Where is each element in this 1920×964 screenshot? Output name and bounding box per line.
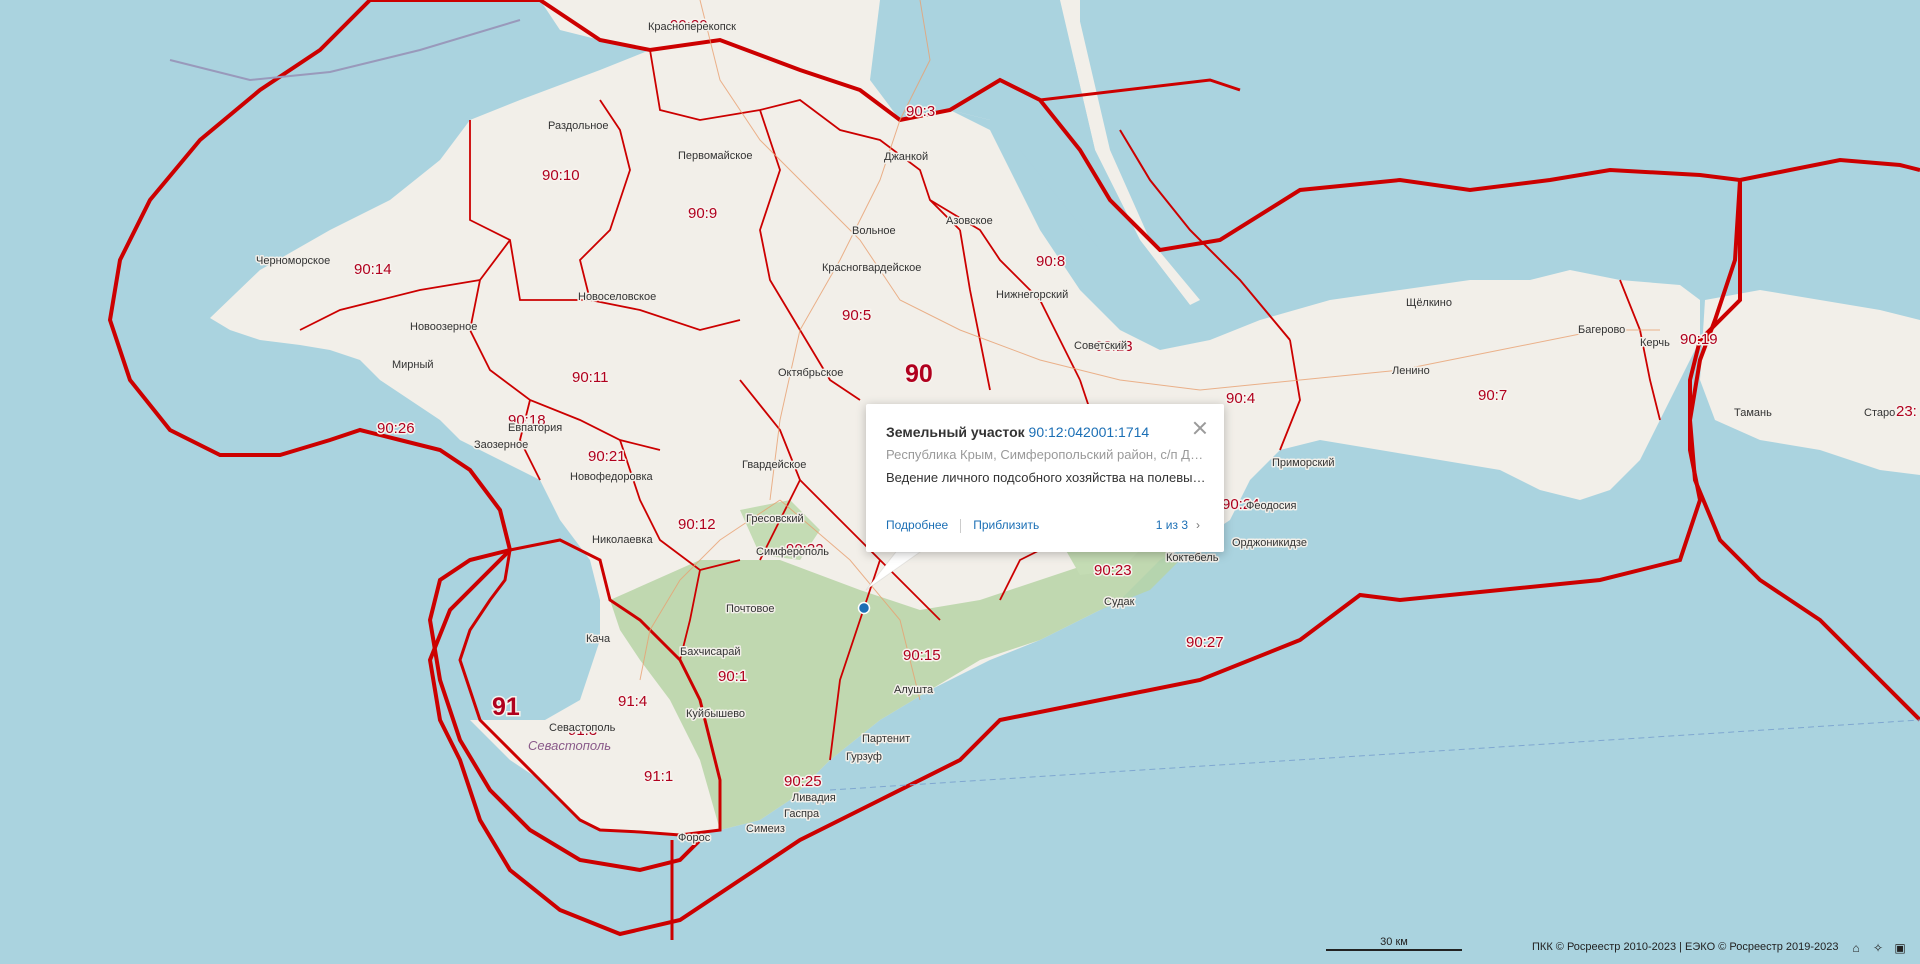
town-label: Форос: [678, 832, 711, 844]
popup-purpose: Ведение личного подсобного хозяйства на …: [886, 470, 1208, 485]
cadastral-number-link[interactable]: 90:12:042001:1714: [1029, 424, 1150, 440]
town-label: Орджоникидзе: [1232, 537, 1307, 549]
town-label: Новоселовское: [578, 291, 656, 303]
scale-bar: 30 км: [1326, 936, 1462, 951]
town-label: Вольное: [852, 225, 896, 237]
district-label: 90:7: [1478, 387, 1507, 404]
popup-actions: Подробнее Приблизить: [886, 518, 1039, 533]
district-label: 90:27: [1186, 634, 1224, 651]
popup-pager[interactable]: 1 из 3 ›: [1156, 518, 1200, 532]
town-label: Ливадия: [792, 792, 836, 804]
pager-label: 1 из 3: [1155, 518, 1188, 532]
district-label: 90:14: [354, 261, 392, 278]
district-label: 90:12: [678, 516, 716, 533]
attribution: ПКК © Росреестр 2010-2023 | ЕЭКО © Росре…: [1532, 941, 1839, 953]
town-label: Приморский: [1272, 457, 1335, 469]
town-label: Джанкой: [884, 151, 928, 163]
town-label: Нижнегорский: [996, 289, 1068, 301]
town-label: Севастополь: [549, 722, 616, 734]
town-label: Куйбышево: [686, 708, 745, 720]
town-label: Багерово: [1578, 324, 1625, 336]
town-label: Керчь: [1640, 337, 1670, 349]
town-label: Октябрьское: [778, 367, 843, 379]
close-icon[interactable]: [1192, 420, 1208, 436]
actions-divider: [960, 518, 962, 533]
district-label: 90:3: [906, 103, 935, 120]
sevastopol-city-label: Севастополь: [528, 738, 611, 753]
town-label: Партенит: [862, 733, 910, 745]
town-label: Красногвардейское: [822, 262, 921, 274]
town-label: Евпатория: [508, 422, 562, 434]
town-label: Николаевка: [592, 534, 653, 546]
screenshot-icon[interactable]: ▣: [1892, 940, 1908, 956]
district-label: 90:19: [1680, 331, 1718, 348]
town-label: Симеиз: [746, 823, 785, 835]
district-label: 23:: [1896, 403, 1917, 420]
popup-title-prefix: Земельный участок: [886, 424, 1025, 440]
town-label: Ленино: [1392, 365, 1430, 377]
town-label: Щёлкино: [1406, 297, 1452, 309]
map-tools: ⌂ ✧ ▣: [1848, 940, 1908, 956]
locate-icon[interactable]: ✧: [1870, 940, 1886, 956]
district-label: 90:10: [542, 167, 580, 184]
home-icon[interactable]: ⌂: [1848, 940, 1864, 956]
details-link[interactable]: Подробнее: [886, 518, 948, 532]
district-label: 90:21: [588, 448, 626, 465]
town-label: Алушта: [894, 684, 934, 696]
town-label: Судак: [1104, 596, 1135, 608]
town-label: Новоозерное: [410, 321, 477, 333]
town-label: Гурзуф: [846, 751, 882, 763]
town-label: Почтовое: [726, 603, 775, 615]
town-label: Гвардейское: [742, 459, 806, 471]
location-marker[interactable]: [857, 601, 871, 615]
region-label-91: 91: [492, 693, 520, 721]
town-label: Раздольное: [548, 120, 609, 132]
district-label: 90:8: [1036, 253, 1065, 270]
town-label: Феодосия: [1246, 500, 1297, 512]
town-label: Советский: [1074, 340, 1127, 352]
district-label: 91:4: [618, 693, 647, 710]
town-label: Бахчисарай: [680, 646, 740, 658]
region-label-90: 90: [905, 360, 933, 388]
scale-label: 30 км: [1380, 936, 1408, 948]
town-label: Старо: [1864, 407, 1895, 419]
town-label: Заозерное: [474, 439, 528, 451]
town-label: Новофедоровка: [570, 471, 653, 483]
popup-address: Республика Крым, Симферопольский район, …: [886, 447, 1208, 462]
town-label: Азовское: [946, 215, 993, 227]
town-label: Кача: [586, 633, 611, 645]
district-label: 90:15: [903, 647, 941, 664]
district-label: 90:11: [572, 369, 608, 386]
town-label: Красноперекопск: [648, 21, 736, 33]
town-label: Гресовский: [746, 513, 804, 525]
popup-title: Земельный участок 90:12:042001:1714: [886, 424, 1149, 440]
district-label: 90:25: [784, 773, 822, 790]
town-label: Черноморское: [256, 255, 330, 267]
district-label: 90:4: [1226, 390, 1255, 407]
district-label: 90:1: [718, 668, 747, 685]
zoom-link[interactable]: Приблизить: [973, 518, 1039, 532]
town-label: Симферополь: [756, 546, 829, 558]
district-label: 91:1: [644, 768, 673, 785]
district-label: 90:23: [1094, 562, 1132, 579]
district-label: 90:26: [377, 420, 415, 437]
town-label: Первомайское: [678, 150, 752, 162]
parcel-popup: Земельный участок 90:12:042001:1714 Респ…: [866, 404, 1224, 552]
town-label: Мирный: [392, 359, 434, 371]
district-label: 90:5: [842, 307, 871, 324]
town-label: Тамань: [1734, 407, 1772, 419]
town-label: Коктебель: [1166, 552, 1219, 564]
town-label: Гаспра: [784, 808, 820, 820]
scale-line: [1326, 949, 1462, 951]
district-label: 90:9: [688, 205, 717, 222]
chevron-right-icon[interactable]: ›: [1196, 518, 1200, 532]
